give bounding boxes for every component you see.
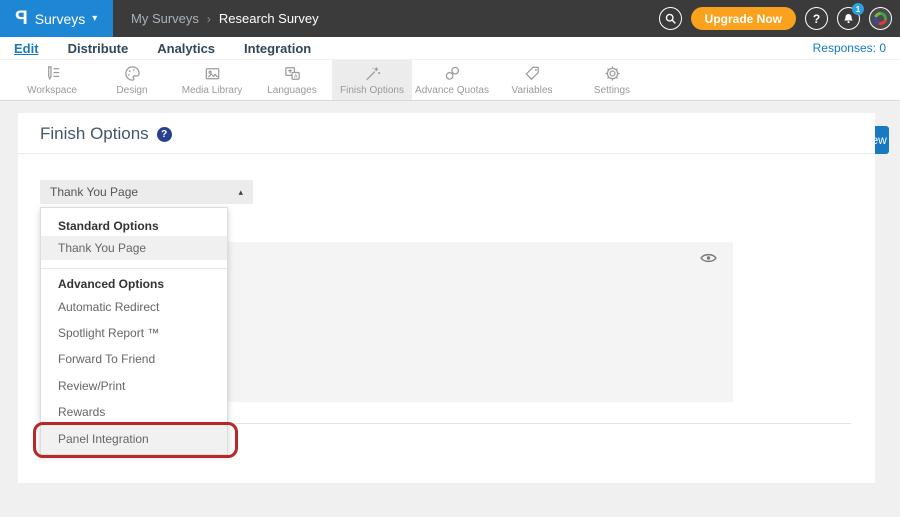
toolbar-label: Variables [512,85,553,96]
chain-links-icon [443,64,462,83]
avatar-gauge-icon [874,12,887,25]
chevron-up-icon: ▴ [238,180,243,204]
responses-count: Responses: 0 [813,41,886,55]
menu-item-forward-to-friend[interactable]: Forward To Friend [41,348,227,370]
toolbar-label: Design [116,85,147,96]
tab-distribute[interactable]: Distribute [68,41,129,56]
question-mark-icon: ? [813,12,820,26]
visibility-eye-icon[interactable] [700,251,717,269]
toolbar-items: Workspace Design Media Library [12,60,652,100]
toolbar-item-finish-options[interactable]: Finish Options [332,60,412,100]
toolbar-item-workspace[interactable]: Workspace [12,60,92,100]
edit-toolbar: Workspace Design Media Library [0,60,900,101]
product-name: Surveys [35,11,86,27]
finish-options-card: Finish Options ? Thank You Page ▴ Standa… [18,113,875,483]
breadcrumb-my-surveys[interactable]: My Surveys [131,11,199,26]
notification-count-badge: 1 [852,3,864,15]
menu-header-advanced-options: Advanced Options [41,273,227,295]
tab-integration[interactable]: Integration [244,41,311,56]
menu-item-thank-you-page[interactable]: Thank You Page [41,236,227,260]
toolbar-label: Media Library [182,85,243,96]
card-title-row: Finish Options ? [40,124,172,144]
gear-icon [603,64,622,83]
svg-text:A: A [294,74,298,80]
toolbar-item-media-library[interactable]: Media Library [172,60,252,100]
breadcrumb-separator-icon: › [207,12,211,26]
menu-item-rewards[interactable]: Rewards [41,401,227,423]
magic-wand-icon [363,64,382,83]
toolbar-label: Settings [594,85,630,96]
menu-item-review-print[interactable]: Review/Print [41,375,227,397]
survey-nav-bar: Edit Distribute Analytics Integration Re… [0,37,900,60]
search-icon [664,12,677,25]
dropdown-selected-value: Thank You Page [50,185,138,199]
topbar-actions: Upgrade Now ? 1 [659,0,892,37]
surveys-product-switcher[interactable]: P Surveys ▾ [0,0,113,37]
toolbar-label: Languages [267,85,317,96]
top-bar: P Surveys ▾ My Surveys › Research Survey… [0,0,900,37]
questionpro-logo-icon: P [15,8,28,30]
toolbar-label: Advance Quotas [415,85,489,96]
toolbar-label: Finish Options [340,85,404,96]
menu-header-standard-options: Standard Options [41,215,227,237]
toolbar-item-settings[interactable]: Settings [572,60,652,100]
design-palette-icon [123,64,142,83]
bell-icon [842,12,855,25]
media-image-icon [203,64,222,83]
toolbar-item-advance-quotas[interactable]: Advance Quotas [412,60,492,100]
toolbar-item-variables[interactable]: Variables [492,60,572,100]
breadcrumb: My Surveys › Research Survey [131,0,319,37]
breadcrumb-current-survey: Research Survey [219,11,319,26]
finish-option-dropdown[interactable]: Thank You Page ▴ [40,180,253,204]
toolbar-item-languages[interactable]: A Languages [252,60,332,100]
menu-item-panel-integration[interactable]: Panel Integration [41,424,227,454]
page-title: Finish Options [40,124,149,144]
upgrade-now-label: Upgrade Now [705,12,782,26]
tab-edit[interactable]: Edit [14,41,39,56]
help-button[interactable]: ? [805,7,828,30]
account-avatar[interactable] [869,7,892,30]
finish-option-dropdown-menu: Standard Options Thank You Page Advanced… [40,207,228,455]
menu-item-automatic-redirect[interactable]: Automatic Redirect [41,296,227,318]
search-button[interactable] [659,7,682,30]
chevron-down-icon: ▾ [92,13,97,24]
translate-icon: A [283,64,302,83]
tag-icon [523,64,542,83]
workspace-icon [43,64,62,83]
menu-item-spotlight-report[interactable]: Spotlight Report ™ [41,322,227,344]
tab-analytics[interactable]: Analytics [157,41,215,56]
toolbar-label: Workspace [27,85,77,96]
notifications-button[interactable]: 1 [837,7,860,30]
menu-divider [41,268,227,269]
toolbar-item-design[interactable]: Design [92,60,172,100]
upgrade-now-button[interactable]: Upgrade Now [691,7,796,30]
title-divider [18,153,875,154]
help-circle-icon[interactable]: ? [157,127,172,142]
